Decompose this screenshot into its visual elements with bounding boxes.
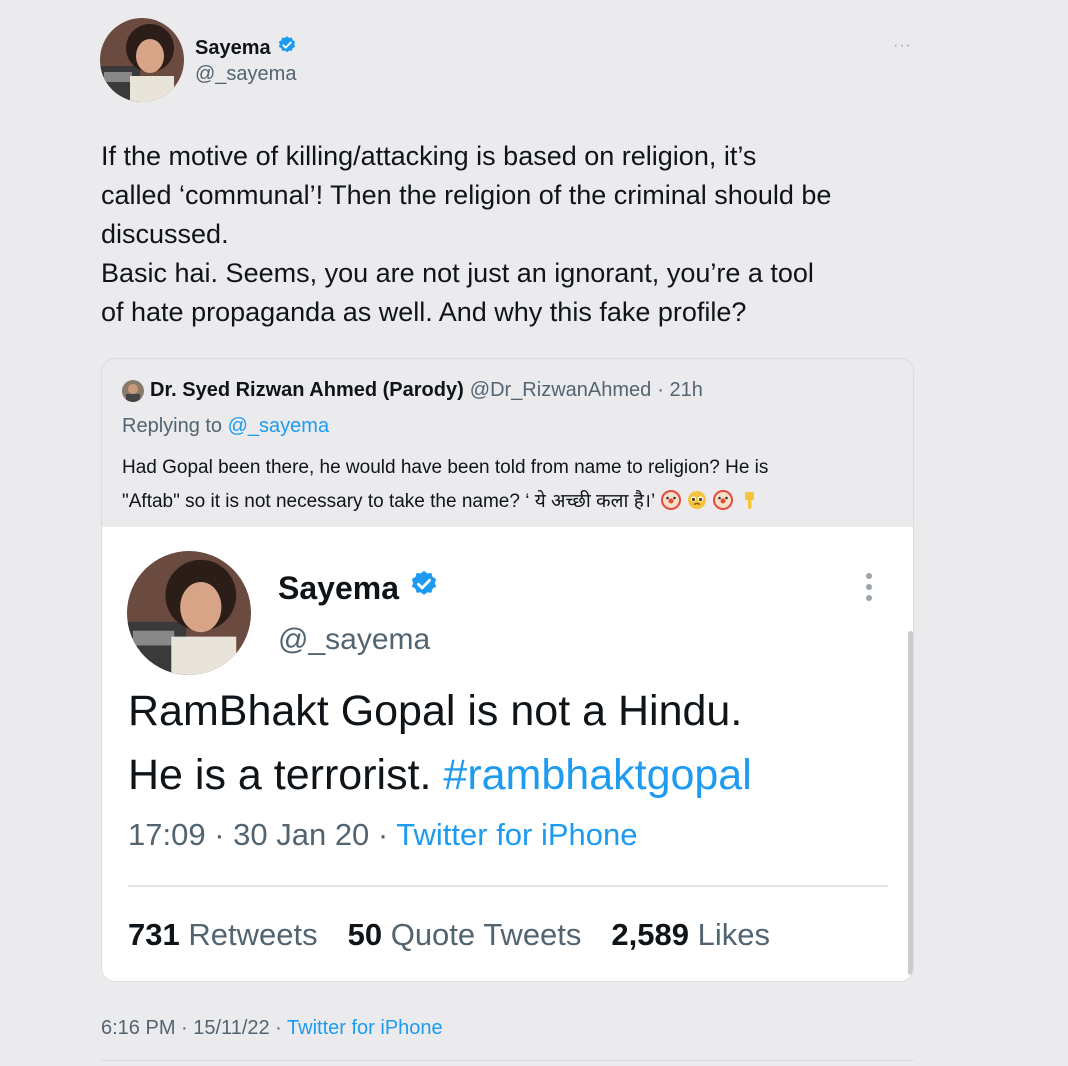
quotes-label: Quote Tweets bbox=[390, 917, 582, 952]
quoted-text-line-2: "Aftab" so it is not necessary to take t… bbox=[122, 485, 902, 519]
tweet-source[interactable]: Twitter for iPhone bbox=[287, 1017, 443, 1039]
tweet-timestamp: 6:16 PM · 15/11/22 · Twitter for iPhone bbox=[101, 1017, 443, 1040]
retweets-stat: 731 Retweets bbox=[128, 917, 318, 953]
verified-badge-icon bbox=[277, 35, 297, 61]
tweet-text-line: discussed. bbox=[101, 219, 229, 249]
quote-tweets-stat: 50 Quote Tweets bbox=[348, 917, 582, 953]
more-options-icon[interactable]: ··· bbox=[893, 37, 912, 55]
likes-count: 2,589 bbox=[611, 917, 689, 952]
divider bbox=[101, 1060, 914, 1061]
screenshot-time: 17:09 · 30 Jan 20 · bbox=[128, 817, 397, 852]
author-name-row[interactable]: Sayema bbox=[195, 35, 297, 61]
screenshot-text-line: He is a terrorist. bbox=[128, 751, 444, 799]
kebab-menu-icon bbox=[864, 573, 874, 601]
quoted-author-name[interactable]: Dr. Syed Rizwan Ahmed (Parody) bbox=[150, 379, 464, 402]
likes-stat: 2,589 Likes bbox=[611, 917, 770, 953]
quotes-count: 50 bbox=[347, 917, 383, 952]
replying-to-prefix: Replying to bbox=[122, 415, 228, 437]
quoted-tweet-header: Dr. Syed Rizwan Ahmed (Parody) @Dr_Rizwa… bbox=[122, 379, 703, 402]
quoted-author-handle[interactable]: @Dr_RizwanAhmed bbox=[470, 379, 651, 402]
author-avatar[interactable] bbox=[100, 18, 184, 102]
screenshot-author-handle: @_sayema bbox=[278, 623, 431, 656]
clown-face-emoji bbox=[713, 488, 734, 510]
screenshot-scrollbar bbox=[908, 631, 913, 975]
screenshot-source: Twitter for iPhone bbox=[396, 817, 638, 852]
retweets-label: Retweets bbox=[188, 917, 318, 952]
engagement-stats: 731 Retweets 50 Quote Tweets 2,589 Likes bbox=[128, 917, 770, 953]
tweet-time[interactable]: 6:16 PM · 15/11/22 · bbox=[101, 1017, 287, 1039]
screenshot-text-line-2: He is a terrorist. #rambhaktgopal bbox=[128, 743, 888, 807]
quoted-tweet-age: · 21h bbox=[657, 379, 703, 401]
screenshot-author-name-row: Sayema bbox=[278, 569, 439, 607]
quoted-tweet-text: Had Gopal been there, he would have been… bbox=[122, 451, 902, 519]
tweet-text-line: If the motive of killing/attacking is ba… bbox=[101, 141, 757, 171]
pointing-down-emoji bbox=[740, 488, 760, 509]
screenshot-author-avatar bbox=[127, 551, 251, 675]
tweet-text-line: of hate propaganda as well. And why this… bbox=[101, 297, 747, 327]
replying-to-handle[interactable]: @_sayema bbox=[228, 415, 329, 437]
screenshot-author-name: Sayema bbox=[278, 569, 399, 606]
author-name[interactable]: Sayema bbox=[195, 37, 271, 60]
author-handle[interactable]: @_sayema bbox=[195, 63, 296, 86]
pleading-face-emoji bbox=[687, 488, 707, 509]
screenshot-text-line: RamBhakt Gopal is not a Hindu. bbox=[128, 687, 743, 735]
tweet-text: If the motive of killing/attacking is ba… bbox=[101, 137, 931, 332]
clown-face-emoji bbox=[660, 488, 681, 510]
verified-badge-icon bbox=[409, 569, 439, 607]
retweets-count: 731 bbox=[128, 917, 180, 952]
divider bbox=[128, 885, 888, 887]
replying-to: Replying to @_sayema bbox=[122, 415, 329, 438]
embedded-tweet-screenshot: Sayema @_sayema RamBhakt Gopal is not a … bbox=[102, 527, 913, 981]
quoted-text-line: Had Gopal been there, he would have been… bbox=[122, 457, 769, 478]
quoted-tweet[interactable]: Dr. Syed Rizwan Ahmed (Parody) @Dr_Rizwa… bbox=[101, 358, 914, 982]
tweet-text-line: Basic hai. Seems, you are not just an ig… bbox=[101, 258, 814, 288]
likes-label: Likes bbox=[697, 917, 770, 952]
hashtag: #rambhaktgopal bbox=[443, 751, 752, 799]
screenshot-timestamp: 17:09 · 30 Jan 20 · Twitter for iPhone bbox=[128, 817, 638, 853]
screenshot-tweet-text: RamBhakt Gopal is not a Hindu. He is a t… bbox=[128, 679, 888, 807]
quoted-author-avatar[interactable] bbox=[122, 379, 144, 402]
quoted-text-line: "Aftab" so it is not necessary to take t… bbox=[122, 491, 660, 512]
tweet-text-line: called ‘communal’! Then the religion of … bbox=[101, 180, 832, 210]
